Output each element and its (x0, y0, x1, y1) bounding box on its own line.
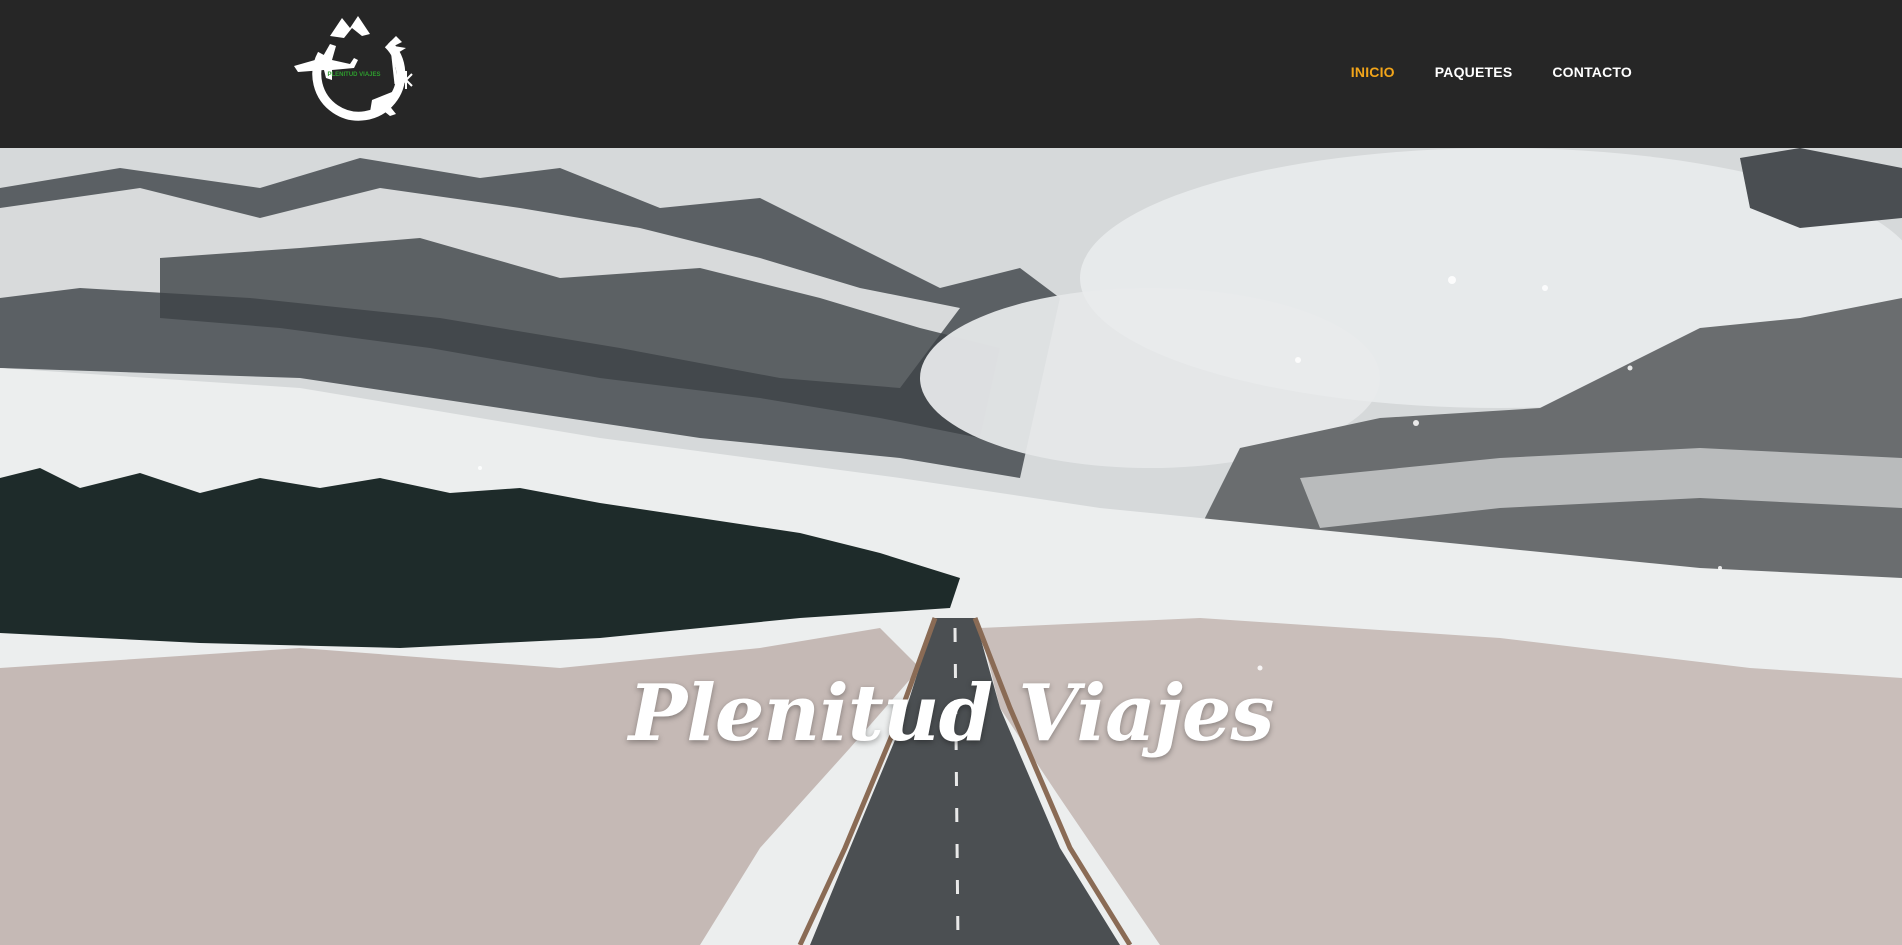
hero-title: Plenitud Viajes (628, 668, 1275, 759)
nav-link-contacto[interactable]: CONTACTO (1552, 64, 1632, 80)
nav-link-paquetes[interactable]: PAQUETES (1435, 64, 1513, 80)
globe-plane-logo-icon: PLENITUD VIAJES (294, 16, 413, 121)
top-navigation-bar: PLENITUD VIAJES INICIO PAQUETES CONTACTO (0, 0, 1902, 148)
main-navigation: INICIO PAQUETES CONTACTO (1351, 60, 1632, 84)
nav-link-inicio[interactable]: INICIO (1351, 64, 1395, 80)
site-logo[interactable]: PLENITUD VIAJES (292, 14, 414, 130)
hero-banner: Plenitud Viajes (0, 148, 1902, 945)
snowy-mountain-road-image (0, 148, 1902, 945)
logo-text: PLENITUD VIAJES (327, 72, 380, 78)
